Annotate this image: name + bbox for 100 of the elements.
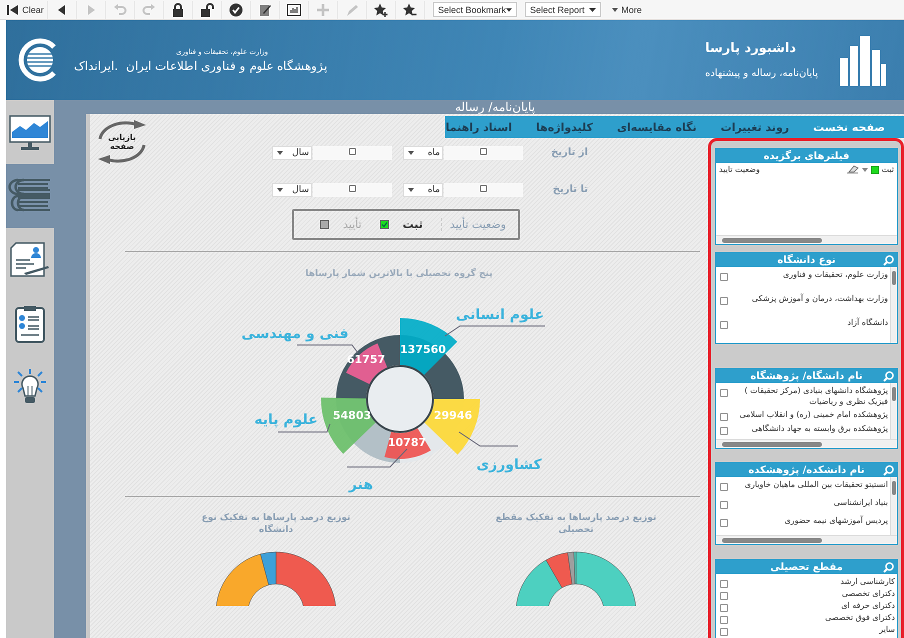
nav-tab[interactable]: اسناد راهنما [434,116,524,138]
chart-title: توزیع درصد پارساها به تفکیک مقطع تحصیلی [494,513,658,536]
horizontal-scrollbar[interactable] [716,235,897,244]
clear-button[interactable]: Clear [4,0,48,18]
leader-line [458,432,518,446]
bookmark-select[interactable]: Select Bookmark [433,2,517,17]
month-select[interactable]: ماه [403,182,443,196]
nav-tab[interactable]: روند تغییرات [710,116,800,138]
checkbox[interactable] [320,220,329,229]
nav-tab[interactable]: کلیدواژه‌ها [525,116,604,138]
filter-option[interactable]: دکترای تخصصی [732,588,895,599]
more-button[interactable]: More [605,0,649,18]
filter-option[interactable]: کارشناسی ارشد [732,576,895,587]
checkbox[interactable] [720,273,728,281]
chart-title: توزیع درصد پارساها به تفکیک نوع دانشگاه [200,513,352,536]
year-select[interactable]: سال [272,182,312,196]
filter-option[interactable]: سایر [732,624,895,635]
report-select[interactable]: Select Report [525,2,601,17]
filter-option[interactable]: پژوهشگاه دانشهای بنیادی (مرکز تحقیقات ) فیزیک نظری و ریاضیات [732,385,888,407]
leader-line [346,448,408,468]
date-input[interactable] [313,146,392,160]
data-label: 137560 [400,343,446,356]
filter-option[interactable]: دکترای فوق تخصصی [732,612,895,623]
status-square-icon [870,166,878,174]
checkbox[interactable] [720,501,728,509]
data-label: 54803 [332,409,372,422]
lock-icon [171,2,185,16]
app-title: داشبورد پارسا [705,41,796,56]
skip-back-icon [7,4,18,14]
checkbox[interactable] [720,592,728,600]
image-placeholder-icon [480,148,487,154]
org-short-name: ایرانداک. [74,59,118,73]
caret-icon [408,188,414,192]
pen-icon [345,2,359,16]
year-select[interactable]: سال [272,146,312,160]
filter-panel-title: نام دانشگاه/ پژوهشگاه [750,370,863,382]
chart-segment [400,318,458,375]
check-circle-icon [229,2,243,16]
checkbox[interactable] [720,604,728,612]
chart-icon [287,2,301,16]
chart-title: پنج گروه تحصیلی با بالاترین شمار پارساها [305,269,493,279]
filter-option[interactable]: انستیتو تحقیقات بین المللی ماهیان خاویاری [732,479,888,490]
checkbox[interactable] [720,297,728,305]
filter-option[interactable]: بنیاد ایرانشناسی [732,497,888,508]
checkbox[interactable] [720,427,728,435]
caret-icon[interactable] [862,168,868,172]
refresh-button[interactable]: بازیابی صفحه [94,119,150,165]
filter-option[interactable]: پژوهشکده برق وابسته به جهاد دانشگاهی [732,423,888,434]
image-placeholder-icon [349,184,356,192]
category-label: هنر [348,477,374,493]
filter-option[interactable]: پردیس آموزشهای نیمه حضوری [732,515,888,526]
chart-segment [321,398,376,454]
status-option[interactable]: ثبت [380,218,423,231]
filter-panel-title: نوع دانشگاه [777,254,836,266]
filter-panel-title: نام دانشکده/ پژوهشکده [748,464,865,476]
filter-panel-title: مقطع تحصیلی [770,562,843,572]
filter-panel-title: فیلترهای برگزیده [764,150,850,162]
undo-icon [113,2,127,16]
horizontal-scrollbar[interactable] [716,535,897,544]
search-icon[interactable] [883,562,894,573]
filter-option[interactable]: وزارت علوم، تحقیقات و فناوری [732,269,888,280]
search-icon[interactable] [883,371,894,382]
date-input[interactable] [444,182,523,196]
category-label: علوم پایه [254,412,318,428]
caret-icon [408,150,414,154]
filter-option[interactable]: وزارت بهداشت، درمان و آموزش پزشکی [732,293,888,304]
date-input[interactable] [313,182,392,196]
filter-option[interactable]: دانشگاه آزاد [732,317,888,328]
checkbox[interactable] [720,616,728,624]
checkbox[interactable] [720,321,728,329]
checkbox[interactable] [380,220,389,229]
category-label: کشاورزی [476,457,542,473]
category-label: علوم انسانی [456,307,544,323]
eraser-icon[interactable] [846,165,858,174]
caret-icon [277,188,283,192]
vertical-scrollbar[interactable] [890,267,897,343]
vertical-scrollbar[interactable] [890,477,897,535]
search-icon[interactable] [883,255,894,266]
filter-option[interactable]: پژوهشکده امام خمینی (ره) و انقلاب اسلامی [732,409,888,420]
selected-field: وضعیت تایید [719,165,760,174]
checkbox[interactable] [720,628,728,636]
edit-icon [258,2,272,16]
month-select[interactable]: ماه [403,146,443,160]
horizontal-scrollbar[interactable] [716,439,897,448]
redo-icon [142,2,156,16]
checkbox[interactable] [720,389,728,397]
checkbox[interactable] [720,483,728,491]
nav-tab[interactable]: نگاه مقایسه‌ای [606,116,708,138]
filter-option[interactable]: دکترای حرفه ای [732,600,895,611]
page-title: پایان‌نامه/ رساله [454,100,536,114]
checkbox[interactable] [720,413,728,421]
vertical-scrollbar[interactable] [890,383,897,439]
institute-name: پژوهشگاه علوم و فناوری اطلاعات ایران [126,58,328,72]
date-input[interactable] [444,146,523,160]
checkbox[interactable] [720,519,728,527]
caret-icon [612,8,618,12]
checkbox[interactable] [720,580,728,588]
data-label: 10787 [388,436,426,449]
search-icon[interactable] [883,465,894,476]
app-subtitle: پایان‌نامه، رساله و پیشنهاده [705,68,818,79]
